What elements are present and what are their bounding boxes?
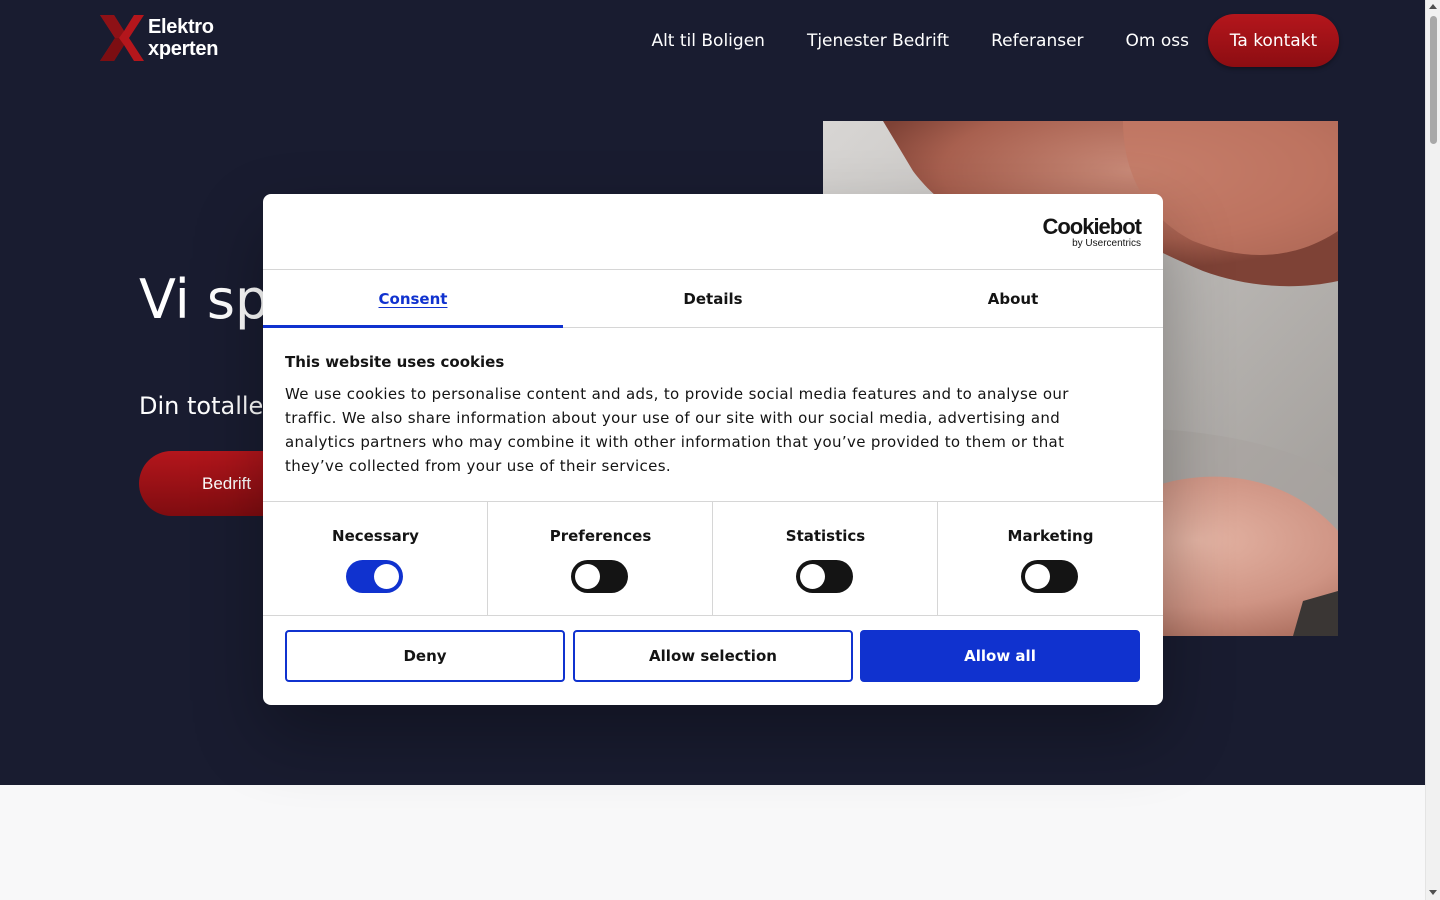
category-preferences: Preferences (488, 502, 713, 615)
consent-categories: Necessary Preferences Statistics Marketi… (263, 501, 1163, 616)
scroll-down-arrow-icon[interactable] (1429, 890, 1437, 895)
dialog-heading: This website uses cookies (285, 353, 505, 371)
tab-about[interactable]: About (863, 270, 1163, 327)
statistics-toggle[interactable] (796, 560, 853, 593)
allow-all-button[interactable]: Allow all (860, 630, 1140, 682)
allow-selection-button[interactable]: Allow selection (573, 630, 853, 682)
preferences-toggle[interactable] (571, 560, 628, 593)
dialog-body-text: We use cookies to personalise content an… (285, 385, 1069, 475)
tab-details[interactable]: Details (563, 270, 863, 327)
toggle-knob (575, 564, 600, 589)
necessary-toggle[interactable] (346, 560, 403, 593)
category-label: Necessary (332, 527, 419, 545)
category-necessary: Necessary (263, 502, 488, 615)
toggle-knob (374, 564, 399, 589)
category-label: Preferences (549, 527, 652, 545)
category-label: Marketing (1007, 527, 1094, 545)
toggle-knob (800, 564, 825, 589)
cookiebot-brand-sub: by Usercentrics (1072, 238, 1141, 249)
cookiebot-brand: Cookiebot (1042, 214, 1142, 239)
toggle-knob (1025, 564, 1050, 589)
dialog-buttons: Deny Allow selection Allow all (285, 630, 1141, 683)
page-scrollbar[interactable] (1425, 0, 1440, 900)
tab-consent[interactable]: Consent (263, 270, 563, 328)
deny-button[interactable]: Deny (285, 630, 565, 682)
scroll-thumb[interactable] (1430, 16, 1437, 144)
cookiebot-logo[interactable]: Cookiebot by Usercentrics (1042, 214, 1142, 250)
category-marketing: Marketing (938, 502, 1163, 615)
category-label: Statistics (785, 527, 866, 545)
category-statistics: Statistics (713, 502, 938, 615)
cookie-consent-dialog: Cookiebot by Usercentrics Consent Detail… (263, 194, 1163, 705)
dialog-header: Cookiebot by Usercentrics (263, 194, 1163, 270)
scroll-up-arrow-icon[interactable] (1429, 4, 1437, 9)
dialog-tabs: Consent Details About (263, 270, 1163, 328)
marketing-toggle[interactable] (1021, 560, 1078, 593)
